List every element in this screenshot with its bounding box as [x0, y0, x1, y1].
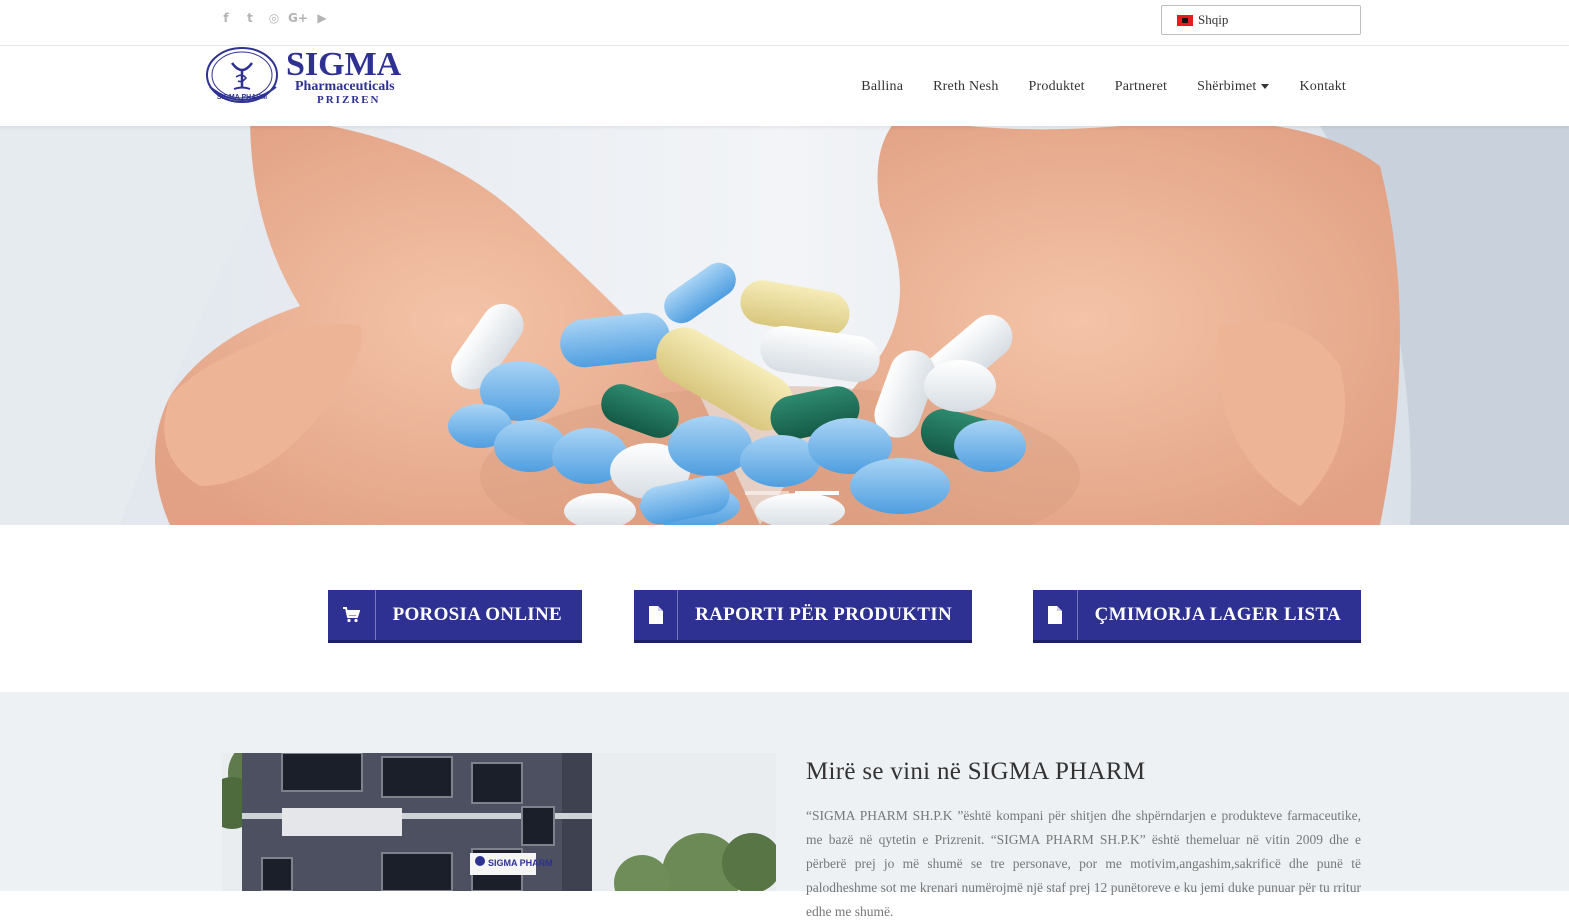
site-header: SIGMA PHARM SIGMA Pharmaceuticals PRIZRE… — [0, 46, 1569, 126]
logo-subtitle: Pharmaceuticals — [295, 79, 395, 94]
hero-slider — [0, 126, 1569, 525]
hero-image — [0, 126, 1569, 525]
file-icon — [634, 590, 679, 640]
logo-brand: SIGMA — [286, 47, 402, 83]
nav-item-partneret[interactable]: Partneret — [1115, 79, 1167, 95]
file-icon — [1033, 590, 1078, 640]
nav-item-ballina[interactable]: Ballina — [861, 79, 903, 95]
language-select[interactable]: Shqip — [1161, 5, 1361, 35]
albania-flag-icon — [1177, 14, 1193, 26]
nav-item-sherbimet-label: Shërbimet — [1197, 78, 1257, 94]
twitter-icon[interactable]: t — [242, 10, 258, 26]
social-links: f t ◎ G+ ▶ — [218, 10, 330, 26]
nav-item-produktet[interactable]: Produktet — [1029, 79, 1085, 95]
slider-dot-active[interactable] — [795, 491, 839, 495]
instagram-icon[interactable]: ◎ — [266, 10, 282, 26]
order-online-label: POROSIA ONLINE — [392, 604, 562, 625]
product-report-button[interactable]: RAPORTI PËR PRODUKTIN — [634, 590, 972, 643]
product-report-label: RAPORTI PËR PRODUKTIN — [695, 604, 952, 625]
facebook-icon[interactable]: f — [218, 10, 234, 26]
logo-city: PRIZREN — [317, 94, 381, 106]
order-online-button[interactable]: POROSIA ONLINE — [328, 590, 582, 643]
google-plus-icon[interactable]: G+ — [288, 10, 308, 26]
caret-down-icon — [1261, 83, 1270, 89]
slider-dot[interactable] — [745, 491, 789, 495]
site-logo[interactable]: SIGMA PHARM SIGMA Pharmaceuticals PRIZRE… — [206, 46, 421, 107]
building-sign-text: SIGMA PHARM — [488, 858, 553, 868]
nav-item-rreth-nesh[interactable]: Rreth Nesh — [933, 79, 998, 95]
logo-badge-text: SIGMA PHARM — [217, 94, 267, 101]
main-nav: Ballina Rreth Nesh Produktet Partneret S… — [831, 47, 1346, 126]
language-label: Shqip — [1198, 12, 1229, 27]
youtube-icon[interactable]: ▶ — [314, 10, 330, 26]
welcome-text: “SIGMA PHARM SH.P.K ”është kompani për s… — [806, 808, 1361, 919]
welcome-section: SIGMA PHARM Mirë se vini në SIGMA PHARM … — [0, 692, 1569, 919]
nav-item-sherbimet[interactable]: Shërbimet — [1197, 78, 1270, 95]
price-list-label: ÇMIMORJA LAGER LISTA — [1094, 604, 1341, 625]
slider-dots — [745, 491, 839, 495]
cart-icon — [328, 590, 376, 640]
welcome-title: Mirë se vini në SIGMA PHARM — [806, 758, 1146, 785]
building-photo: SIGMA PHARM — [222, 753, 776, 891]
price-list-button[interactable]: ÇMIMORJA LAGER LISTA — [1033, 590, 1361, 643]
top-bar: f t ◎ G+ ▶ Shqip — [0, 0, 1569, 46]
nav-item-kontakt[interactable]: Kontakt — [1299, 79, 1346, 95]
